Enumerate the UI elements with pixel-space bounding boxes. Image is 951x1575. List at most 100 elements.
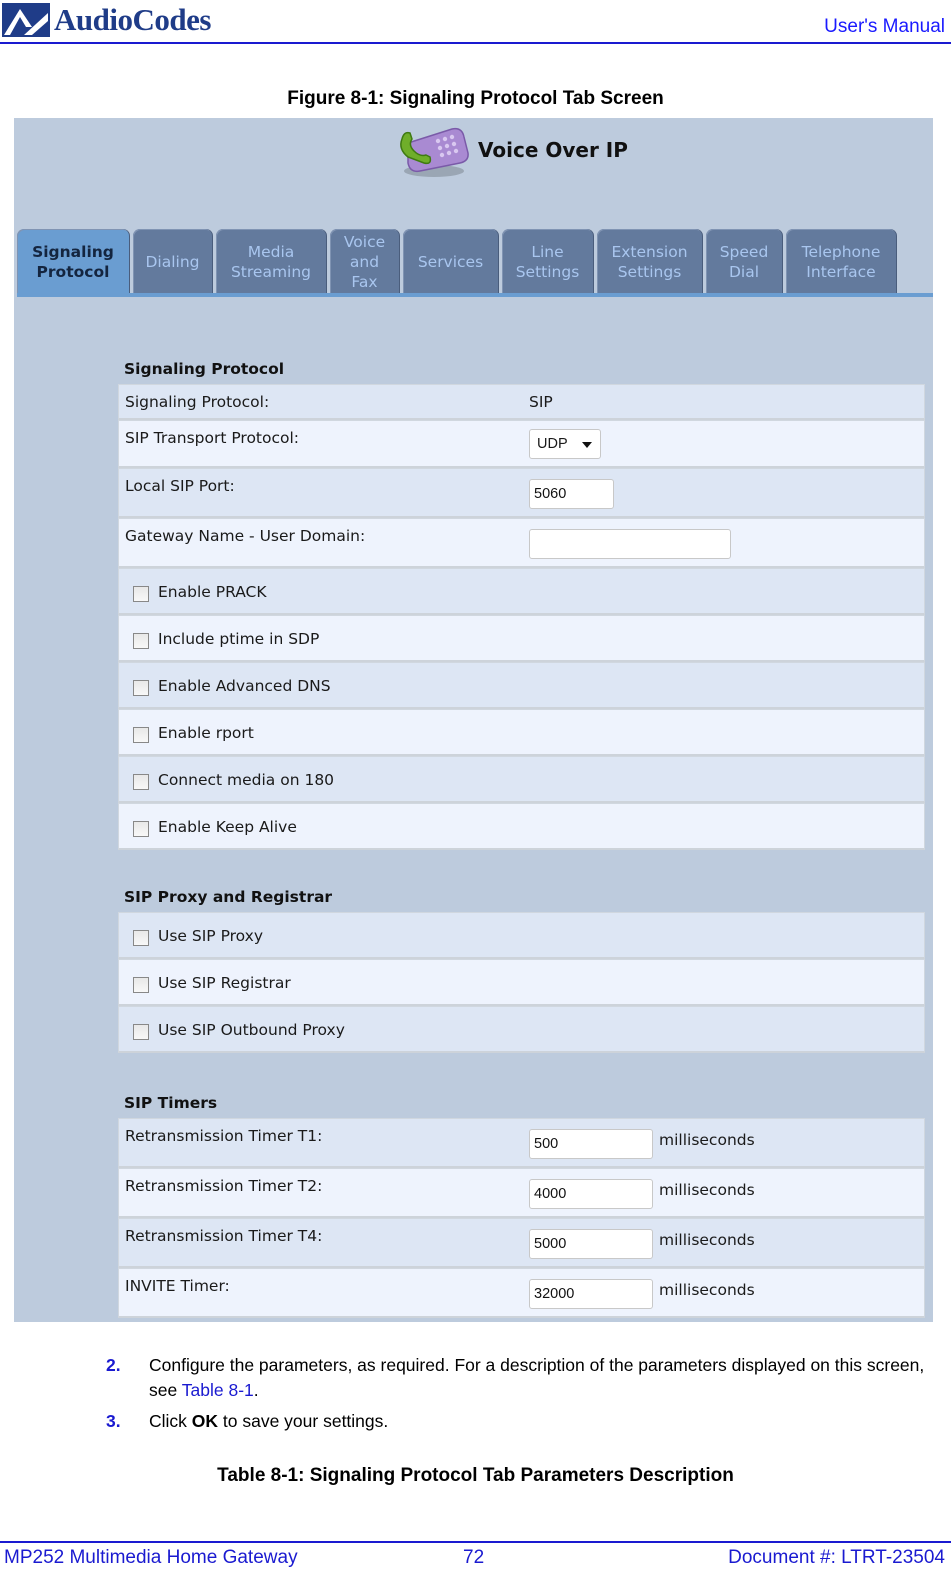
screen-title: Voice Over IP	[394, 118, 628, 182]
table-title: Table 8-1: Signaling Protocol Tab Parame…	[217, 1465, 734, 1486]
checkbox-row: Enable Advanced DNS	[118, 662, 925, 709]
audiocodes-logo-icon	[2, 3, 50, 37]
page-header: AudioCodes User's Manual	[0, 0, 951, 44]
section-heading-signaling: Signaling Protocol	[124, 360, 285, 378]
footer-divider	[0, 1541, 951, 1543]
checkbox-row: Enable PRACK	[118, 568, 925, 615]
timer-row: INVITE Timer: 32000 milliseconds	[118, 1268, 925, 1318]
checkbox-label: Use SIP Proxy	[158, 927, 264, 945]
tab-label: Speed Dial	[719, 243, 769, 281]
sip-transport-value: UDP	[537, 436, 568, 452]
checkbox-row: Use SIP Proxy	[118, 912, 925, 959]
use-sip-proxy-checkbox[interactable]	[133, 930, 149, 946]
tab-telephone-interface[interactable]: Telephone Interface	[786, 229, 896, 295]
checkbox-label: Use SIP Outbound Proxy	[158, 1021, 345, 1039]
local-sip-port-row: Local SIP Port: 5060	[118, 468, 925, 518]
tab-extension-settings[interactable]: Extension Settings	[597, 229, 702, 295]
timer-t4-input[interactable]: 5000	[529, 1229, 653, 1259]
tab-services[interactable]: Services	[403, 229, 498, 295]
tab-label: Telephone Interface	[801, 243, 881, 281]
voip-title: Voice Over IP	[478, 138, 628, 162]
timer-label: Retransmission Timer T4:	[125, 1227, 323, 1245]
checkbox-label: Connect media on 180	[158, 771, 335, 789]
timer-label: Retransmission Timer T2:	[125, 1177, 323, 1195]
timer-t1-input[interactable]: 500	[529, 1129, 653, 1159]
checkbox-row: Include ptime in SDP	[118, 615, 925, 662]
checkbox-label: Include ptime in SDP	[158, 630, 320, 648]
connect-media-180-checkbox[interactable]	[133, 774, 149, 790]
gateway-domain-input[interactable]	[529, 529, 731, 559]
use-sip-registrar-checkbox[interactable]	[133, 977, 149, 993]
checkbox-label: Use SIP Registrar	[158, 974, 291, 992]
table-link[interactable]: Table 8-1	[182, 1380, 254, 1400]
header-divider	[0, 42, 951, 44]
step-text-after: to save your settings.	[218, 1411, 389, 1431]
checkbox-row: Use SIP Registrar	[118, 959, 925, 1006]
signaling-panel: Signaling Protocol: SIP SIP Transport Pr…	[118, 384, 925, 850]
step-text: Click OK to save your settings.	[149, 1409, 949, 1434]
figure-title: Figure 8-1: Signaling Protocol Tab Scree…	[287, 88, 664, 109]
timer-row: Retransmission Timer T1: 500 millisecond…	[118, 1118, 925, 1168]
enable-keep-alive-checkbox[interactable]	[133, 821, 149, 837]
step-text-before: Configure the parameters, as required. F…	[149, 1355, 925, 1400]
local-sip-port-label: Local SIP Port:	[125, 477, 235, 495]
checkbox-row: Connect media on 180	[118, 756, 925, 803]
step-number: 2.	[106, 1355, 121, 1375]
tab-line-settings[interactable]: Line Settings	[502, 229, 593, 295]
step-text-before: Click	[149, 1411, 192, 1431]
manual-label: User's Manual	[824, 16, 945, 37]
checkbox-label: Enable Keep Alive	[158, 818, 297, 836]
footer-document-number: Document #: LTRT-23504	[728, 1547, 945, 1568]
tab-label: Media Streaming	[230, 243, 312, 281]
timer-row: Retransmission Timer T2: 4000 millisecon…	[118, 1168, 925, 1218]
timer-label: INVITE Timer:	[125, 1277, 230, 1295]
sip-transport-row: SIP Transport Protocol: UDP	[118, 420, 925, 468]
sip-transport-select[interactable]: UDP	[529, 429, 601, 459]
checkbox-label: Enable PRACK	[158, 583, 267, 601]
tab-dialing[interactable]: Dialing	[133, 229, 212, 295]
sip-transport-label: SIP Transport Protocol:	[125, 429, 300, 447]
footer-page-number: 72	[463, 1547, 485, 1568]
ok-keyword: OK	[191, 1411, 219, 1431]
tab-underline	[17, 293, 933, 297]
use-sip-outbound-proxy-checkbox[interactable]	[133, 1024, 149, 1040]
timer-unit: milliseconds	[659, 1131, 755, 1149]
step-text: Configure the parameters, as required. F…	[149, 1353, 949, 1403]
proxy-panel: Use SIP Proxy Use SIP Registrar Use SIP …	[118, 912, 925, 1053]
timer-row: Retransmission Timer T4: 5000 millisecon…	[118, 1218, 925, 1268]
audiocodes-logo: AudioCodes	[2, 2, 211, 38]
step-text-after: .	[253, 1380, 259, 1400]
tab-voice-and-fax[interactable]: Voice and Fax	[330, 229, 399, 295]
checkbox-label: Enable Advanced DNS	[158, 677, 331, 695]
local-sip-port-input[interactable]: 5060	[529, 479, 614, 509]
chevron-down-icon	[582, 442, 592, 448]
timer-unit: milliseconds	[659, 1231, 755, 1249]
signaling-protocol-row: Signaling Protocol: SIP	[118, 384, 925, 420]
step-number: 3.	[106, 1411, 121, 1431]
checkbox-row: Enable Keep Alive	[118, 803, 925, 850]
tab-speed-dial[interactable]: Speed Dial	[706, 229, 782, 295]
tab-label: Signaling Protocol	[32, 243, 114, 281]
checkbox-label: Enable rport	[158, 724, 254, 742]
timer-unit: milliseconds	[659, 1281, 755, 1299]
section-heading-proxy: SIP Proxy and Registrar	[124, 888, 333, 906]
tab-media-streaming[interactable]: Media Streaming	[216, 229, 326, 295]
voip-screenshot: Voice Over IP Signaling Protocol Dialing …	[14, 118, 933, 1322]
enable-rport-checkbox[interactable]	[133, 727, 149, 743]
tab-label: Line Settings	[515, 243, 580, 281]
telephone-icon	[394, 119, 472, 181]
tab-bar: Signaling Protocol Dialing Media Streaming…	[17, 227, 900, 295]
footer-product: MP252 Multimedia Home Gateway	[4, 1547, 298, 1568]
signaling-protocol-label: Signaling Protocol:	[125, 393, 270, 411]
include-ptime-checkbox[interactable]	[133, 633, 149, 649]
brand-name: AudioCodes	[54, 2, 211, 37]
invite-timer-input[interactable]: 32000	[529, 1279, 653, 1309]
tab-signaling-protocol[interactable]: Signaling Protocol	[17, 229, 129, 295]
tab-label: Services	[417, 253, 484, 271]
enable-advanced-dns-checkbox[interactable]	[133, 680, 149, 696]
enable-prack-checkbox[interactable]	[133, 586, 149, 602]
tab-label: Voice and Fax	[343, 233, 386, 291]
signaling-protocol-value: SIP	[529, 393, 553, 411]
timer-t2-input[interactable]: 4000	[529, 1179, 653, 1209]
checkbox-row: Use SIP Outbound Proxy	[118, 1006, 925, 1053]
